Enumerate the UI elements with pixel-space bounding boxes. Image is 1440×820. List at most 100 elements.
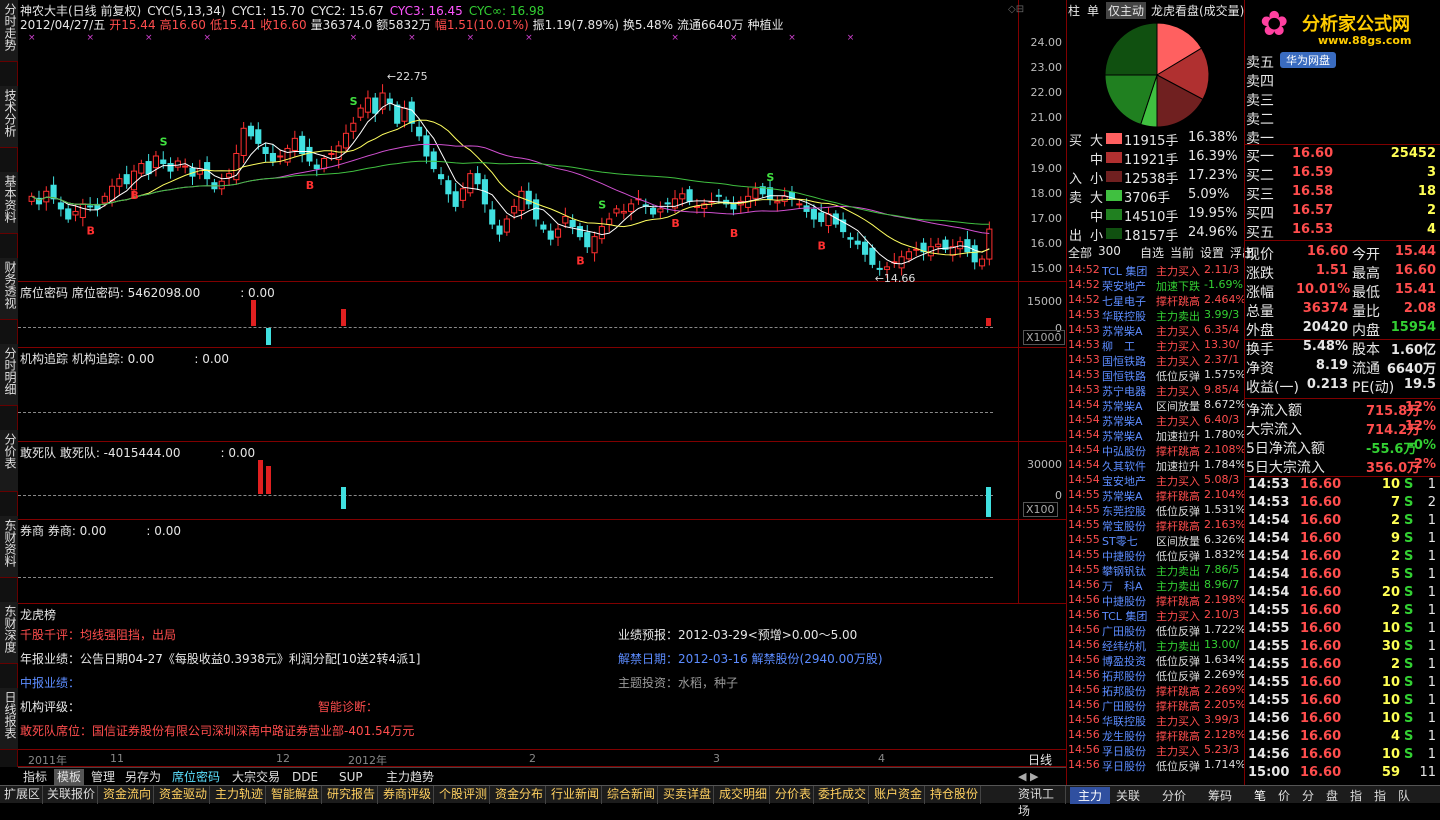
function-tab-15[interactable]: 委托成交: [816, 786, 870, 804]
radar-row[interactable]: 14:53 华联控股 主力卖出 3.99/3: [1066, 308, 1244, 323]
radar-row[interactable]: 14:54 苏常柴A 主力买入 6.40/3: [1066, 413, 1244, 428]
radar-row[interactable]: 14:52 荣安地产 加速下跌 -1.69%: [1066, 278, 1244, 293]
period-label[interactable]: 日线: [1028, 751, 1052, 768]
function-tab-6[interactable]: 研究报告: [325, 786, 379, 804]
top-tab-0[interactable]: 柱: [1068, 2, 1080, 19]
left-tab-8[interactable]: 日线报表: [0, 688, 18, 750]
indicator-tab-6[interactable]: DDE: [289, 769, 321, 785]
function-tab-12[interactable]: 买卖详盘: [661, 786, 715, 804]
radar-row[interactable]: 14:56 中捷股份 撑杆跳高 2.198%: [1066, 593, 1244, 608]
function-tab-4[interactable]: 主力轨迹: [213, 786, 267, 804]
radar-row[interactable]: 14:56 孚日股份 主力买入 5.23/3: [1066, 743, 1244, 758]
left-tab-5[interactable]: 分价表: [0, 430, 18, 492]
function-tab-3[interactable]: 资金驱动: [157, 786, 211, 804]
radar-row[interactable]: 14:54 中弘股份 撑杆跳高 2.108%: [1066, 443, 1244, 458]
radar-row[interactable]: 14:55 常宝股份 撑杆跳高 2.163%: [1066, 518, 1244, 533]
left-tab-2[interactable]: 基本资料: [0, 172, 18, 234]
footer-tab-9[interactable]: 指: [1374, 787, 1386, 804]
main-kline-pane[interactable]: 神农大丰(日线 前复权) CYC(5,13,34) CYC1: 15.70 CYC2:…: [18, 0, 1066, 282]
pane-dare-squad[interactable]: 敢死队 敢死队: -4015444.00: 0.00 30000 0 X100: [18, 442, 1066, 520]
footer-tab-6[interactable]: 分: [1302, 787, 1314, 804]
left-tab-3[interactable]: 财务透视: [0, 258, 18, 320]
list-tab-2[interactable]: 自选: [1140, 244, 1164, 261]
footer-tab-8[interactable]: 指: [1350, 787, 1362, 804]
radar-row[interactable]: 14:55 苏常柴A 撑杆跳高 2.104%: [1066, 488, 1244, 503]
indicator-tab-2[interactable]: 管理: [88, 769, 118, 785]
left-tab-1[interactable]: 技术分析: [0, 86, 18, 148]
function-tab-0[interactable]: 扩展区: [2, 786, 44, 804]
footer-tab-1[interactable]: 关联: [1116, 787, 1140, 804]
radar-row[interactable]: 14:54 久其软件 加速拉升 1.784%: [1066, 458, 1244, 473]
top-tab-1[interactable]: 单: [1087, 2, 1099, 19]
function-tab-11[interactable]: 综合新闻: [605, 786, 659, 804]
scroll-arrows[interactable]: ◀ ▶: [1018, 770, 1038, 783]
function-tab-17[interactable]: 持仓股份: [928, 786, 982, 804]
radar-row[interactable]: 14:54 苏常柴A 加速拉升 1.780%: [1066, 428, 1244, 443]
function-tab-2[interactable]: 资金流向: [101, 786, 155, 804]
function-tab-7[interactable]: 券商评级: [381, 786, 435, 804]
radar-row[interactable]: 14:53 国恒铁路 主力买入 2.37/1: [1066, 353, 1244, 368]
pane-institution-track[interactable]: 机构追踪 机构追踪: 0.00: 0.00: [18, 348, 1066, 442]
radar-row[interactable]: 14:53 苏常柴A 主力买入 6.35/4: [1066, 323, 1244, 338]
radar-row[interactable]: 14:56 广田股份 低位反弹 1.722%: [1066, 623, 1244, 638]
radar-row[interactable]: 14:56 博盈投资 低位反弹 1.634%: [1066, 653, 1244, 668]
radar-row[interactable]: 14:53 国恒铁路 低位反弹 1.575%: [1066, 368, 1244, 383]
radar-row[interactable]: 14:55 ST零七 区间放量 6.326%: [1066, 533, 1244, 548]
indicator-tab-3[interactable]: 另存为: [122, 769, 164, 785]
radar-row[interactable]: 14:56 TCL 集团 主力买入 2.10/3: [1066, 608, 1244, 623]
indicator-tab-0[interactable]: 指标: [20, 769, 50, 785]
function-tab-1[interactable]: 关联报价: [45, 786, 99, 804]
left-tab-7[interactable]: 东财深度: [0, 602, 18, 664]
pane-seat-code[interactable]: 席位密码 席位密码: 5462098.00: 0.00 15000 0 X1000: [18, 282, 1066, 348]
list-tab-3[interactable]: 当前: [1170, 244, 1194, 261]
candlestick-chart[interactable]: × × × × × × × × × × × × B B B B B B B S S S S ←22.75 ←14.66: [18, 30, 1018, 282]
indicator-tab-7[interactable]: SUP: [336, 769, 366, 785]
list-tab-4[interactable]: 设置: [1200, 244, 1224, 261]
radar-row[interactable]: 14:56 广田股份 撑杆跳高 2.205%: [1066, 698, 1244, 713]
footer-tab-0[interactable]: 主力: [1070, 787, 1111, 804]
radar-row[interactable]: 14:56 拓邦股份 撑杆跳高 2.269%: [1066, 683, 1244, 698]
radar-row[interactable]: 14:53 柳 工 主力买入 13.30/: [1066, 338, 1244, 353]
radar-row[interactable]: 14:56 经纬纺机 主力卖出 13.00/: [1066, 638, 1244, 653]
left-tab-4[interactable]: 分时明细: [0, 344, 18, 406]
footer-tab-5[interactable]: 价: [1278, 787, 1290, 804]
function-tab-18[interactable]: 资讯工场: [1016, 786, 1066, 818]
indicator-tab-8[interactable]: 主力趋势: [383, 769, 437, 785]
function-tab-16[interactable]: 账户资金: [872, 786, 926, 804]
function-tab-10[interactable]: 行业新闻: [549, 786, 603, 804]
radar-row[interactable]: 14:52 七星电子 撑杆跳高 2.464%: [1066, 293, 1244, 308]
list-tab-1[interactable]: 300: [1098, 244, 1121, 258]
radar-row[interactable]: 14:56 华联控股 主力买入 3.99/3: [1066, 713, 1244, 728]
indicator-tab-4[interactable]: 席位密码: [169, 769, 223, 785]
top-tab-2[interactable]: 仅主动: [1106, 2, 1147, 19]
top-tab-3[interactable]: 龙虎看盘(成交量): [1151, 2, 1244, 19]
radar-row[interactable]: 14:56 龙生股份 撑杆跳高 2.128%: [1066, 728, 1244, 743]
indicator-tab-1[interactable]: 模板: [54, 769, 85, 785]
radar-row[interactable]: 14:56 万 科A 主力卖出 8.96/7: [1066, 578, 1244, 593]
radar-row[interactable]: 14:56 孚日股份 低位反弹 1.714%: [1066, 758, 1244, 773]
radar-row[interactable]: 14:54 宝安地产 主力买入 5.08/3: [1066, 473, 1244, 488]
indicator-tab-5[interactable]: 大宗交易: [229, 769, 283, 785]
footer-tab-4[interactable]: 笔: [1254, 787, 1266, 804]
left-tab-0[interactable]: 分时走势: [0, 0, 18, 62]
radar-row[interactable]: 14:53 苏宁电器 主力买入 9.85/4: [1066, 383, 1244, 398]
function-tab-8[interactable]: 个股评测: [437, 786, 491, 804]
function-tab-14[interactable]: 分价表: [773, 786, 815, 804]
radar-row[interactable]: 14:52 TCL 集团 主力买入 2.11/3: [1066, 263, 1244, 278]
radar-row[interactable]: 14:55 中捷股份 低位反弹 1.832%: [1066, 548, 1244, 563]
radar-row[interactable]: 14:54 苏常柴A 区间放量 8.672%: [1066, 398, 1244, 413]
list-tab-0[interactable]: 全部: [1068, 244, 1092, 261]
pane-broker[interactable]: 券商 券商: 0.00: 0.00: [18, 520, 1066, 604]
chart-corner-controls[interactable]: ◇⊟: [1008, 4, 1024, 15]
function-tab-5[interactable]: 智能解盘: [269, 786, 323, 804]
radar-row[interactable]: 14:56 拓邦股份 低位反弹 2.269%: [1066, 668, 1244, 683]
footer-tab-7[interactable]: 盘: [1326, 787, 1338, 804]
radar-row[interactable]: 14:55 攀钢钒钛 主力卖出 7.86/5: [1066, 563, 1244, 578]
function-tab-13[interactable]: 成交明细: [717, 786, 771, 804]
footer-tab-3[interactable]: 筹码: [1208, 787, 1232, 804]
left-tab-6[interactable]: 东财资料: [0, 516, 18, 578]
footer-tab-2[interactable]: 分价: [1162, 787, 1186, 804]
footer-tab-10[interactable]: 队: [1398, 787, 1410, 804]
radar-row[interactable]: 14:55 东莞控股 低位反弹 1.531%: [1066, 503, 1244, 518]
function-tab-9[interactable]: 资金分布: [493, 786, 547, 804]
